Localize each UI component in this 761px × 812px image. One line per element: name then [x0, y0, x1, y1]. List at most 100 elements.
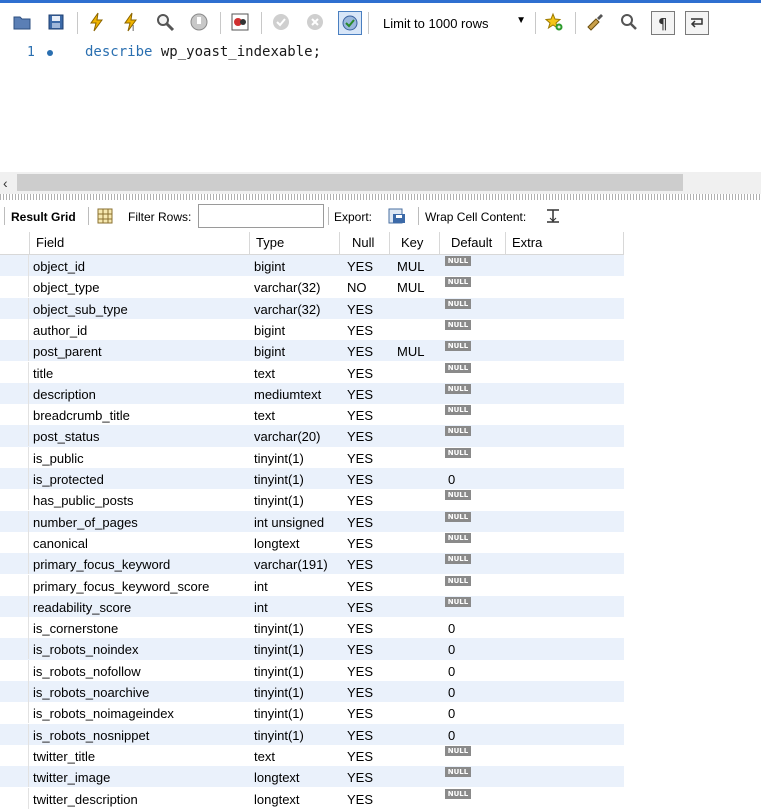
cell-default[interactable]: 0 [448, 681, 455, 702]
export-icon[interactable] [386, 205, 408, 227]
cell-type[interactable]: tinyint(1) [254, 724, 304, 745]
cell-type[interactable]: text [254, 404, 275, 425]
sql-editor[interactable]: 1 describe wp_yoast_indexable; [0, 39, 761, 172]
row-selector[interactable] [0, 340, 29, 362]
cell-key[interactable]: MUL [397, 276, 424, 297]
cell-default[interactable]: 0 [448, 724, 455, 745]
save-icon[interactable] [45, 11, 67, 33]
cell-field[interactable]: object_id [33, 255, 85, 276]
cell-null[interactable]: YES [347, 298, 373, 319]
null-badge[interactable]: NULL [445, 575, 471, 586]
table-row[interactable]: twitter_description longtext YES NULL [0, 787, 624, 809]
cell-field[interactable]: primary_focus_keyword_score [33, 575, 209, 596]
cell-type[interactable]: text [254, 362, 275, 383]
row-selector[interactable] [0, 255, 29, 276]
row-selector-header[interactable] [0, 232, 30, 254]
cell-type[interactable]: bigint [254, 255, 285, 276]
cell-null[interactable]: YES [347, 511, 373, 532]
column-header-extra[interactable]: Extra [506, 232, 624, 254]
cell-default[interactable]: 0 [448, 638, 455, 659]
row-selector[interactable] [0, 297, 29, 319]
beautify-brush-icon[interactable] [584, 11, 606, 33]
row-selector[interactable] [0, 361, 29, 383]
row-selector[interactable] [0, 702, 29, 724]
table-row[interactable]: is_robots_noindex tinyint(1) YES 0 [0, 638, 624, 660]
cell-null[interactable]: YES [347, 340, 373, 361]
row-selector[interactable] [0, 510, 29, 532]
cell-field[interactable]: has_public_posts [33, 489, 133, 510]
commit-check-icon[interactable] [270, 11, 292, 33]
cell-null[interactable]: YES [347, 788, 373, 809]
row-selector[interactable] [0, 468, 29, 489]
cell-field[interactable]: is_robots_noarchive [33, 681, 149, 702]
table-row[interactable]: twitter_title text YES NULL [0, 744, 624, 766]
cell-field[interactable]: title [33, 362, 53, 383]
cell-field[interactable]: is_robots_nosnippet [33, 724, 149, 745]
row-selector[interactable] [0, 638, 29, 660]
toggle-continue-on-error-icon[interactable] [229, 11, 251, 33]
table-row[interactable]: description mediumtext YES NULL [0, 382, 624, 405]
sql-statement[interactable]: describe wp_yoast_indexable; [85, 44, 321, 60]
cell-type[interactable]: tinyint(1) [254, 681, 304, 702]
column-header-type[interactable]: Type [250, 232, 340, 254]
table-row[interactable]: is_robots_noarchive tinyint(1) YES 0 [0, 681, 624, 703]
cell-type[interactable]: tinyint(1) [254, 660, 304, 681]
cell-field[interactable]: number_of_pages [33, 511, 138, 532]
row-selector[interactable] [0, 382, 29, 404]
column-header-null[interactable]: Null [340, 232, 390, 254]
null-badge[interactable]: NULL [445, 596, 471, 607]
cell-null[interactable]: YES [347, 617, 373, 638]
cell-field[interactable]: post_parent [33, 340, 102, 361]
cell-null[interactable]: YES [347, 660, 373, 681]
cell-field[interactable]: is_public [33, 447, 84, 468]
cell-key[interactable]: MUL [397, 340, 424, 361]
cell-null[interactable]: YES [347, 362, 373, 383]
null-badge[interactable]: NULL [445, 319, 471, 330]
row-selector[interactable] [0, 787, 29, 809]
row-selector[interactable] [0, 553, 29, 575]
cell-type[interactable]: tinyint(1) [254, 702, 304, 723]
table-row[interactable]: canonical longtext YES NULL [0, 531, 624, 553]
cell-null[interactable]: YES [347, 745, 373, 766]
null-badge[interactable]: NULL [445, 532, 471, 543]
null-badge[interactable]: NULL [445, 745, 471, 756]
row-selector[interactable] [0, 404, 29, 426]
row-selector[interactable] [0, 766, 29, 788]
row-selector[interactable] [0, 276, 29, 298]
table-row[interactable]: is_cornerstone tinyint(1) YES 0 [0, 617, 624, 639]
null-badge[interactable]: NULL [445, 426, 471, 437]
cell-field[interactable]: object_sub_type [33, 298, 128, 319]
cell-type[interactable]: int [254, 575, 268, 596]
cell-type[interactable]: tinyint(1) [254, 617, 304, 638]
cell-field[interactable]: readability_score [33, 596, 131, 617]
grid-view-icon[interactable] [94, 205, 116, 227]
cell-field[interactable]: canonical [33, 532, 88, 553]
table-row[interactable]: number_of_pages int unsigned YES NULL [0, 510, 624, 532]
null-badge[interactable]: NULL [445, 256, 471, 266]
cell-type[interactable]: tinyint(1) [254, 447, 304, 468]
cell-type[interactable]: int unsigned [254, 511, 324, 532]
cell-null[interactable]: YES [347, 425, 373, 446]
null-badge[interactable]: NULL [445, 277, 471, 288]
cell-field[interactable]: twitter_description [33, 788, 138, 809]
wrap-lines-icon[interactable] [685, 11, 709, 35]
null-badge[interactable]: NULL [445, 767, 471, 778]
table-row[interactable]: object_type varchar(32) NO MUL NULL [0, 276, 624, 298]
cell-field[interactable]: is_cornerstone [33, 617, 118, 638]
cell-null[interactable]: YES [347, 383, 373, 404]
cell-null[interactable]: YES [347, 766, 373, 787]
null-badge[interactable]: NULL [445, 362, 471, 373]
row-selector[interactable] [0, 659, 29, 681]
cell-type[interactable]: longtext [254, 766, 300, 787]
table-row[interactable]: author_id bigint YES NULL [0, 318, 624, 340]
cell-type[interactable]: longtext [254, 788, 300, 809]
stop-icon[interactable] [188, 11, 210, 33]
row-selector[interactable] [0, 681, 29, 702]
cell-type[interactable]: bigint [254, 319, 285, 340]
find-magnifier-icon[interactable] [618, 11, 640, 33]
null-badge[interactable]: NULL [445, 490, 471, 501]
null-badge[interactable]: NULL [445, 447, 471, 458]
cell-field[interactable]: description [33, 383, 96, 404]
row-selector[interactable] [0, 489, 29, 511]
cell-default[interactable]: 0 [448, 617, 455, 638]
